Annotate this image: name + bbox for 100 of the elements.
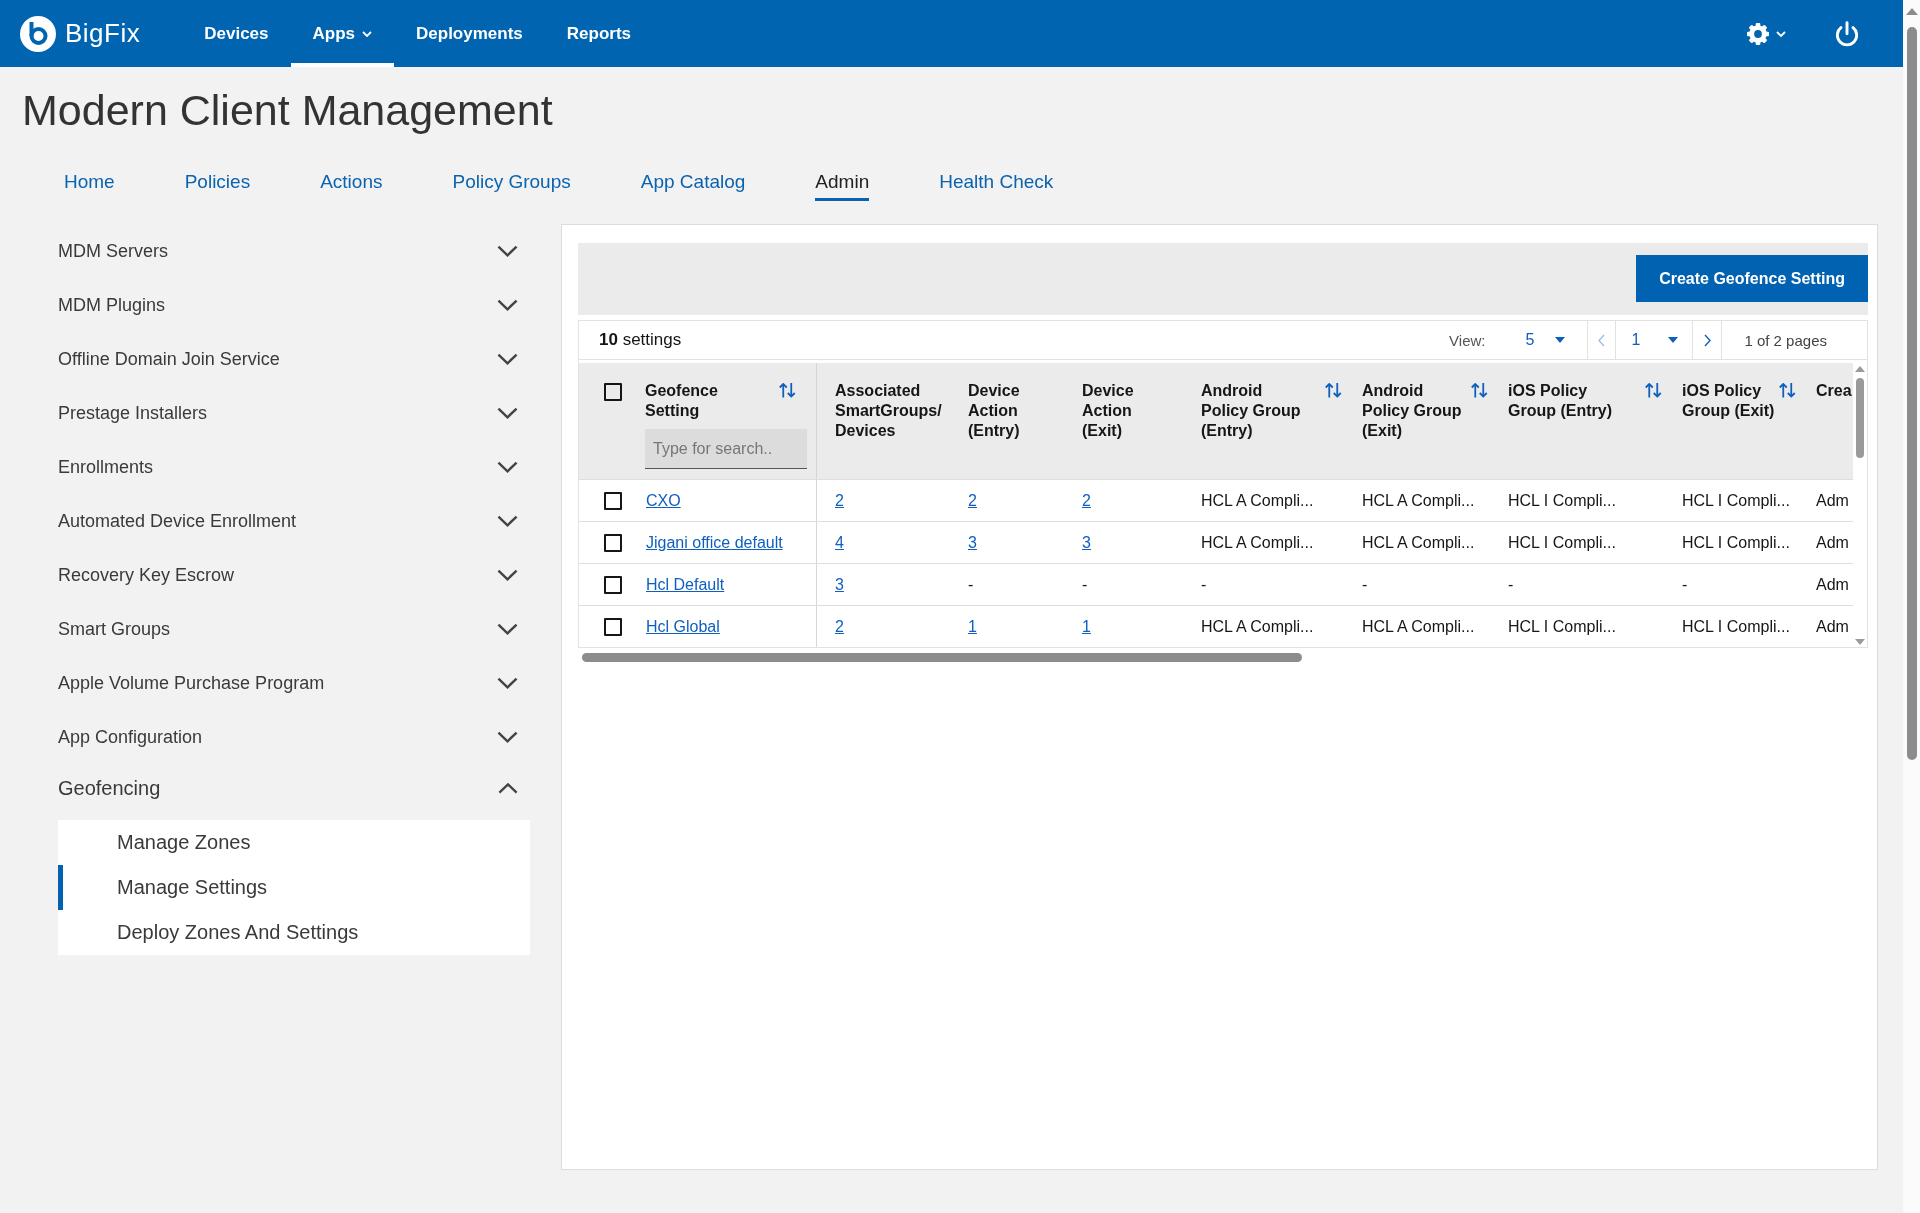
- table-link[interactable]: Hcl Default: [646, 575, 725, 594]
- chevron-down-icon: [497, 353, 518, 365]
- page-size-select[interactable]: 5: [1485, 321, 1588, 359]
- table-link[interactable]: 3: [1082, 533, 1091, 552]
- submenu-item[interactable]: Manage Zones: [58, 820, 530, 865]
- table-link[interactable]: CXO: [646, 491, 681, 510]
- tab[interactable]: Health Check: [939, 170, 1054, 201]
- table-cell: Adm: [1816, 533, 1849, 552]
- chevron-down-icon: [497, 461, 518, 473]
- sort-icon[interactable]: [1325, 383, 1342, 398]
- horizontal-scrollbar[interactable]: [582, 653, 1302, 662]
- column-header: Device Action (Exit): [1082, 381, 1135, 441]
- tab[interactable]: Admin: [815, 170, 870, 201]
- sidebar-item[interactable]: Recovery Key Escrow: [58, 548, 530, 602]
- chevron-left-icon: [1598, 333, 1606, 347]
- sidebar-item[interactable]: Apple Volume Purchase Program: [58, 656, 530, 710]
- table-link[interactable]: Jigani office default: [646, 533, 783, 552]
- scroll-up-arrow-icon[interactable]: [1855, 366, 1865, 372]
- scroll-up-arrow-icon[interactable]: [1905, 8, 1918, 15]
- table-cell: HCL A Compli...: [1362, 491, 1475, 510]
- chevron-up-icon: [498, 782, 518, 794]
- table-link[interactable]: 3: [968, 533, 977, 552]
- table-cell: HCL A Compli...: [1362, 617, 1475, 636]
- tab[interactable]: Home: [64, 170, 115, 201]
- chevron-down-icon: [497, 515, 518, 527]
- sidebar-item[interactable]: Geofencing: [58, 764, 530, 812]
- sidebar-item[interactable]: Enrollments: [58, 440, 530, 494]
- chevron-down-icon: [497, 569, 518, 581]
- chevron-down-icon: [497, 245, 518, 257]
- sidebar-item[interactable]: Automated Device Enrollment: [58, 494, 530, 548]
- checkbox[interactable]: [604, 491, 622, 510]
- brand-name: BigFix: [65, 18, 141, 49]
- sidebar-item[interactable]: App Configuration: [58, 710, 530, 764]
- page-select[interactable]: 1: [1615, 321, 1693, 359]
- view-label: View:: [1449, 331, 1486, 349]
- scrollbar-thumb[interactable]: [1856, 378, 1864, 458]
- sort-icon[interactable]: [779, 383, 796, 398]
- table-link[interactable]: 2: [835, 491, 844, 510]
- table-link[interactable]: 2: [1082, 491, 1091, 510]
- column-header: Associated SmartGroups/ Devices: [835, 381, 943, 441]
- table-cell: -: [1682, 575, 1688, 594]
- tab[interactable]: App Catalog: [640, 170, 746, 201]
- table-cell: HCL I Compli...: [1508, 617, 1616, 636]
- power-button[interactable]: [1836, 20, 1858, 47]
- table-cell: Adm: [1816, 617, 1849, 636]
- checkbox[interactable]: [604, 575, 622, 594]
- checkbox[interactable]: [604, 533, 622, 552]
- nav-item[interactable]: Devices: [182, 0, 291, 67]
- sidebar-item[interactable]: Smart Groups: [58, 602, 530, 656]
- nav-item[interactable]: Deployments: [394, 0, 545, 67]
- column-header: Android Policy Group (Exit): [1362, 381, 1463, 441]
- chevron-down-icon: [497, 299, 518, 311]
- column-header: iOS Policy Group (Entry): [1508, 381, 1613, 421]
- tab[interactable]: Actions: [320, 170, 383, 201]
- settings-icon: [1747, 22, 1769, 45]
- nav-item[interactable]: Reports: [544, 0, 653, 67]
- settings-count: 10 settings: [598, 330, 682, 350]
- checkbox[interactable]: [604, 617, 622, 636]
- chevron-right-icon: [1703, 333, 1711, 347]
- table-cell: -: [1508, 575, 1514, 594]
- logo-icon: [20, 15, 56, 52]
- tab[interactable]: Policy Groups: [452, 170, 571, 201]
- settings-menu-button[interactable]: [1747, 22, 1786, 45]
- sort-icon[interactable]: [1779, 383, 1796, 398]
- sort-icon[interactable]: [1645, 383, 1662, 398]
- table-link[interactable]: 1: [968, 617, 977, 636]
- submenu-item[interactable]: Manage Settings: [58, 865, 530, 910]
- nav-item[interactable]: Apps: [290, 0, 395, 67]
- chevron-down-icon: [497, 731, 518, 743]
- table-cell: HCL I Compli...: [1682, 491, 1790, 510]
- caret-down-icon: [1555, 337, 1566, 343]
- submenu-item[interactable]: Deploy Zones And Settings: [58, 910, 530, 955]
- table-link[interactable]: 4: [835, 533, 844, 552]
- tab[interactable]: Policies: [184, 170, 251, 201]
- table-cell: HCL I Compli...: [1682, 533, 1790, 552]
- chevron-down-icon: [497, 623, 518, 635]
- table-link[interactable]: 2: [968, 491, 977, 510]
- sort-icon[interactable]: [1471, 383, 1488, 398]
- create-button[interactable]: Create Geofence Setting: [1636, 255, 1868, 302]
- table-link[interactable]: Hcl Global: [646, 617, 720, 636]
- sidebar-item[interactable]: MDM Servers: [58, 224, 530, 278]
- table-link[interactable]: 1: [1082, 617, 1091, 636]
- table-link[interactable]: 2: [835, 617, 844, 636]
- sidebar-item[interactable]: Offline Domain Join Service: [58, 332, 530, 386]
- column-header: iOS Policy Group (Exit): [1682, 381, 1775, 421]
- search-field[interactable]: Type for search..: [645, 429, 807, 469]
- scrollbar-thumb[interactable]: [1906, 27, 1917, 760]
- sidebar-item[interactable]: Prestage Installers: [58, 386, 530, 440]
- table-cell: HCL I Compli...: [1508, 533, 1616, 552]
- chevron-down-icon: [497, 407, 518, 419]
- caret-down-icon: [1668, 337, 1679, 343]
- table-cell: Adm: [1816, 491, 1849, 510]
- sidebar-item[interactable]: MDM Plugins: [58, 278, 530, 332]
- caret-icon: [1776, 30, 1786, 37]
- table-link[interactable]: 3: [835, 575, 844, 594]
- page-info: 1 of 2 pages: [1743, 331, 1828, 349]
- select-all-checkbox[interactable]: [604, 383, 622, 401]
- scroll-down-arrow-icon[interactable]: [1855, 639, 1865, 645]
- page-title: Modern Client Management: [22, 85, 554, 135]
- table-cell: HCL I Compli...: [1508, 491, 1616, 510]
